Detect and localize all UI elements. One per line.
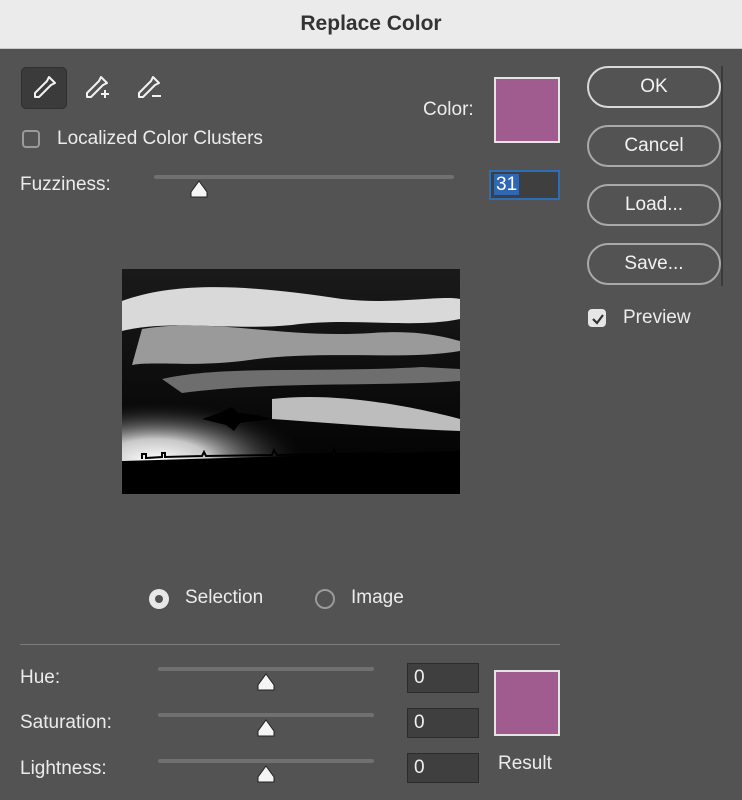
fuzziness-label: Fuzziness: (20, 174, 111, 195)
save-button[interactable]: Save... (587, 243, 721, 285)
selection-radio-label: Selection (185, 587, 264, 608)
section-divider (20, 644, 560, 645)
hue-slider-track[interactable] (158, 667, 374, 671)
hue-input[interactable]: 0 (407, 663, 479, 693)
selection-preview-image (122, 269, 460, 494)
image-radio[interactable] (315, 589, 335, 609)
color-swatch[interactable] (494, 77, 560, 143)
lightness-slider-track[interactable] (158, 759, 374, 763)
eyedropper-tool-button[interactable] (21, 67, 67, 109)
saturation-label: Saturation: (20, 712, 112, 733)
hue-label: Hue: (20, 667, 61, 688)
lightness-label: Lightness: (20, 758, 107, 779)
saturation-slider-thumb[interactable] (256, 719, 276, 737)
eyedropper-add-tool-button[interactable] (73, 67, 119, 109)
eyedropper-icon (34, 76, 56, 98)
fuzziness-value: 31 (494, 174, 520, 195)
fuzziness-slider-track[interactable] (154, 175, 454, 179)
dialog-title: Replace Color (300, 12, 442, 35)
image-radio-label: Image (351, 587, 404, 608)
result-color-swatch[interactable] (494, 670, 560, 736)
result-label: Result (498, 753, 552, 774)
lightness-input[interactable]: 0 (407, 753, 479, 783)
color-label: Color: (423, 99, 474, 120)
ok-button[interactable]: OK (587, 66, 721, 108)
lightness-slider-thumb[interactable] (256, 765, 276, 783)
preview-checkbox[interactable] (588, 309, 606, 327)
preview-label: Preview (623, 307, 691, 328)
eyedropper-plus-icon (86, 76, 109, 98)
checkmark-icon (592, 314, 604, 325)
eyedropper-minus-icon (138, 76, 161, 98)
selection-radio[interactable] (149, 589, 169, 609)
eyedropper-subtract-tool-button[interactable] (125, 67, 171, 109)
title-bar[interactable]: Replace Color (0, 0, 742, 49)
localized-color-clusters-checkbox[interactable] (22, 130, 40, 148)
replace-color-dialog: Replace Color Color: Localized Color Clu… (0, 0, 742, 800)
load-button[interactable]: Load... (587, 184, 721, 226)
fuzziness-input[interactable]: 31 (489, 170, 560, 200)
hue-slider-thumb[interactable] (256, 673, 276, 691)
saturation-slider-track[interactable] (158, 713, 374, 717)
localized-color-clusters-label: Localized Color Clusters (57, 128, 263, 149)
fuzziness-slider-thumb[interactable] (189, 180, 209, 198)
cancel-button[interactable]: Cancel (587, 125, 721, 167)
saturation-input[interactable]: 0 (407, 708, 479, 738)
window-edge-shadow (721, 66, 723, 286)
